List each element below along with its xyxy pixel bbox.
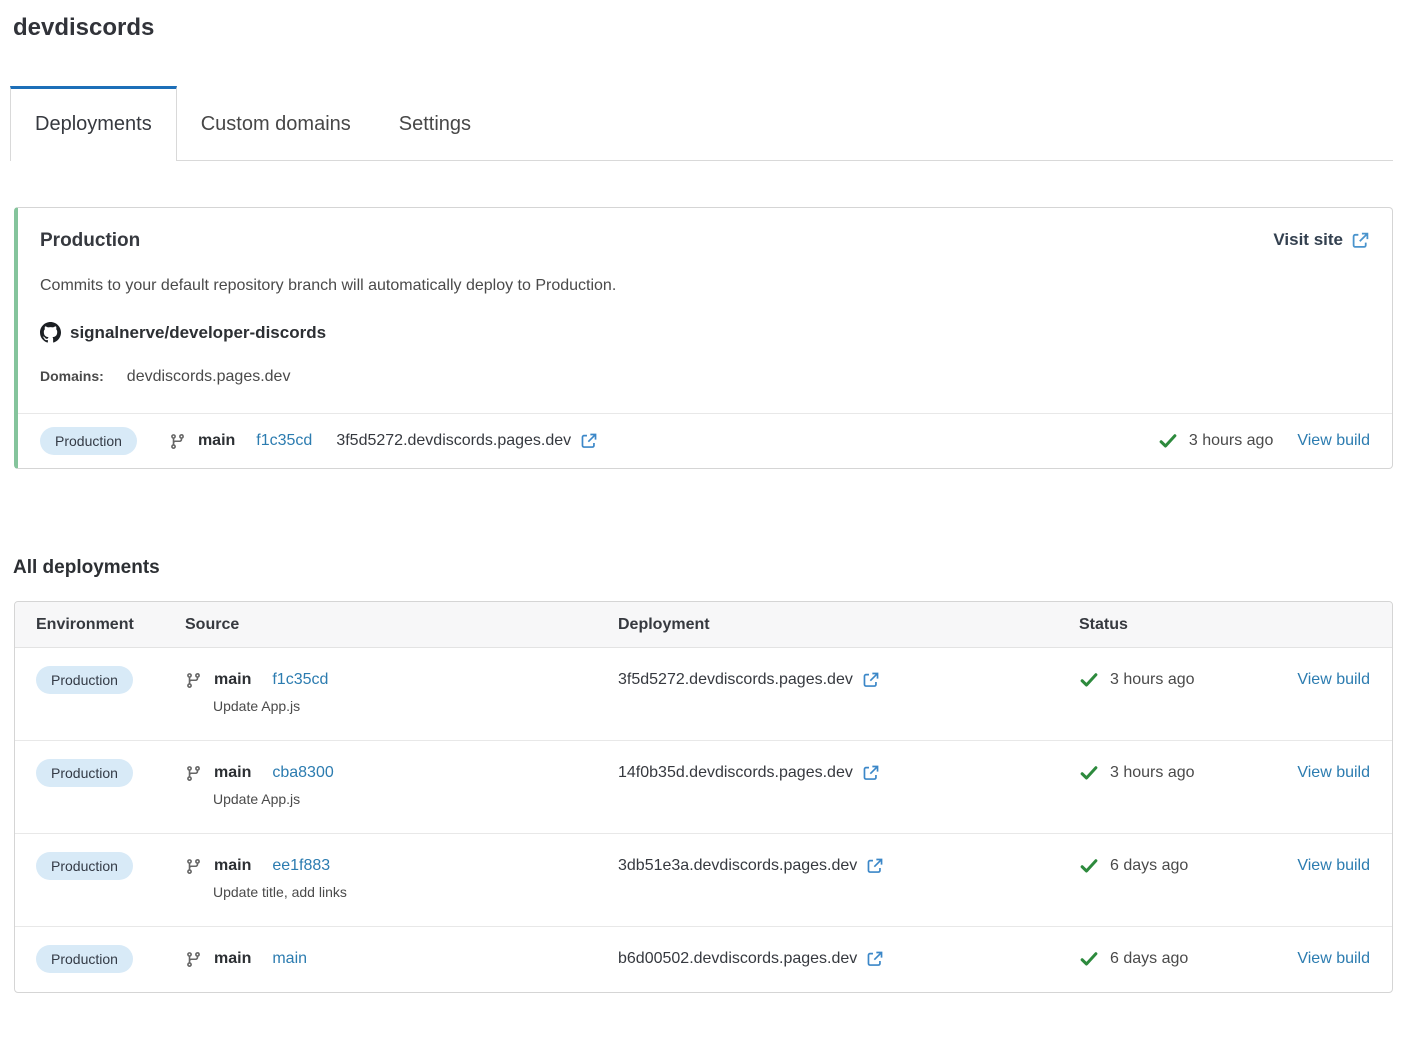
all-deployments-heading: All deployments [13, 557, 1413, 579]
production-deployment-row: Production main f1c35cd 3f5d5272.devdisc… [18, 413, 1392, 468]
check-icon [1079, 949, 1099, 969]
external-link-icon [862, 764, 880, 782]
commit-link[interactable]: main [272, 950, 307, 968]
page-title: devdiscords [13, 14, 1413, 42]
git-branch-icon [169, 433, 186, 450]
production-card-title: Production [40, 230, 140, 252]
visit-site-label: Visit site [1273, 230, 1343, 250]
external-link-icon [580, 432, 598, 450]
commit-link[interactable]: f1c35cd [272, 671, 328, 689]
status-time: 6 days ago [1110, 950, 1188, 968]
external-link-icon [866, 950, 884, 968]
view-build-link[interactable]: View build [1297, 671, 1370, 689]
domains-label: Domains: [40, 368, 104, 384]
deployment-url-link[interactable]: 3db51e3a.devdiscords.pages.dev [618, 857, 884, 875]
environment-badge: Production [36, 852, 133, 880]
column-header-environment: Environment [36, 616, 185, 634]
status-time: 3 hours ago [1110, 671, 1195, 689]
view-build-link[interactable]: View build [1297, 764, 1370, 782]
check-icon [1079, 856, 1099, 876]
deployment-url-link[interactable]: b6d00502.devdiscords.pages.dev [618, 950, 884, 968]
commit-message: Update title, add links [213, 884, 618, 900]
view-build-link[interactable]: View build [1297, 857, 1370, 875]
commit-message: Update App.js [213, 698, 618, 714]
status-time: 3 hours ago [1110, 764, 1195, 782]
domains-value: devdiscords.pages.dev [127, 368, 291, 386]
environment-badge: Production [36, 759, 133, 787]
repository-row: signalnerve/developer-discords [40, 322, 1370, 343]
git-branch-icon [185, 858, 202, 875]
repo-name: signalnerve/developer-discords [70, 323, 326, 343]
branch-name: main [198, 432, 235, 450]
commit-link[interactable]: ee1f883 [272, 857, 330, 875]
check-icon [1158, 431, 1178, 451]
environment-badge: Production [40, 427, 137, 455]
domains-row: Domains: devdiscords.pages.dev [40, 368, 1370, 386]
tab-bar: Deployments Custom domains Settings [10, 86, 1393, 161]
external-link-icon [1351, 231, 1370, 250]
deployment-url: 3db51e3a.devdiscords.pages.dev [618, 857, 857, 875]
branch-name: main [214, 671, 251, 689]
table-row: Production main f1c35cd Update App.js 3f… [15, 648, 1392, 740]
view-build-link[interactable]: View build [1297, 950, 1370, 968]
deployment-url-link[interactable]: 3f5d5272.devdiscords.pages.dev [336, 432, 598, 450]
deployments-table: Environment Source Deployment Status Pro… [14, 601, 1393, 993]
table-header-row: Environment Source Deployment Status [15, 602, 1392, 648]
status-time: 3 hours ago [1189, 432, 1274, 450]
tab-settings[interactable]: Settings [375, 87, 495, 160]
github-icon [40, 322, 61, 343]
deployment-url: 3f5d5272.devdiscords.pages.dev [618, 671, 853, 689]
production-description: Commits to your default repository branc… [40, 277, 1370, 295]
column-header-source: Source [185, 616, 618, 634]
status-time: 6 days ago [1110, 857, 1188, 875]
git-branch-icon [185, 765, 202, 782]
column-header-deployment: Deployment [618, 616, 1079, 634]
deployment-url: 14f0b35d.devdiscords.pages.dev [618, 764, 853, 782]
external-link-icon [866, 857, 884, 875]
visit-site-link[interactable]: Visit site [1273, 230, 1370, 250]
branch-name: main [214, 857, 251, 875]
environment-badge: Production [36, 945, 133, 973]
external-link-icon [862, 671, 880, 689]
column-header-status: Status [1079, 616, 1269, 634]
deployment-url: b6d00502.devdiscords.pages.dev [618, 950, 857, 968]
commit-message: Update App.js [213, 791, 618, 807]
deployment-url: 3f5d5272.devdiscords.pages.dev [336, 432, 571, 450]
deployment-url-link[interactable]: 14f0b35d.devdiscords.pages.dev [618, 764, 880, 782]
deployment-url-link[interactable]: 3f5d5272.devdiscords.pages.dev [618, 671, 880, 689]
table-row: Production main main b6d00502.devdiscord… [15, 926, 1392, 992]
environment-badge: Production [36, 666, 133, 694]
git-branch-icon [185, 672, 202, 689]
branch-name: main [214, 950, 251, 968]
table-row: Production main ee1f883 Update title, ad… [15, 833, 1392, 926]
commit-link[interactable]: cba8300 [272, 764, 333, 782]
production-card: Production Visit site Commits to your de… [14, 207, 1393, 469]
tab-custom-domains[interactable]: Custom domains [177, 87, 375, 160]
branch-name: main [214, 764, 251, 782]
check-icon [1079, 670, 1099, 690]
table-row: Production main cba8300 Update App.js 14… [15, 740, 1392, 833]
commit-link[interactable]: f1c35cd [256, 432, 312, 450]
tab-deployments[interactable]: Deployments [10, 86, 177, 161]
pages-project-page: devdiscords Deployments Custom domains S… [0, 14, 1413, 993]
check-icon [1079, 763, 1099, 783]
git-branch-icon [185, 951, 202, 968]
view-build-link[interactable]: View build [1297, 432, 1370, 450]
